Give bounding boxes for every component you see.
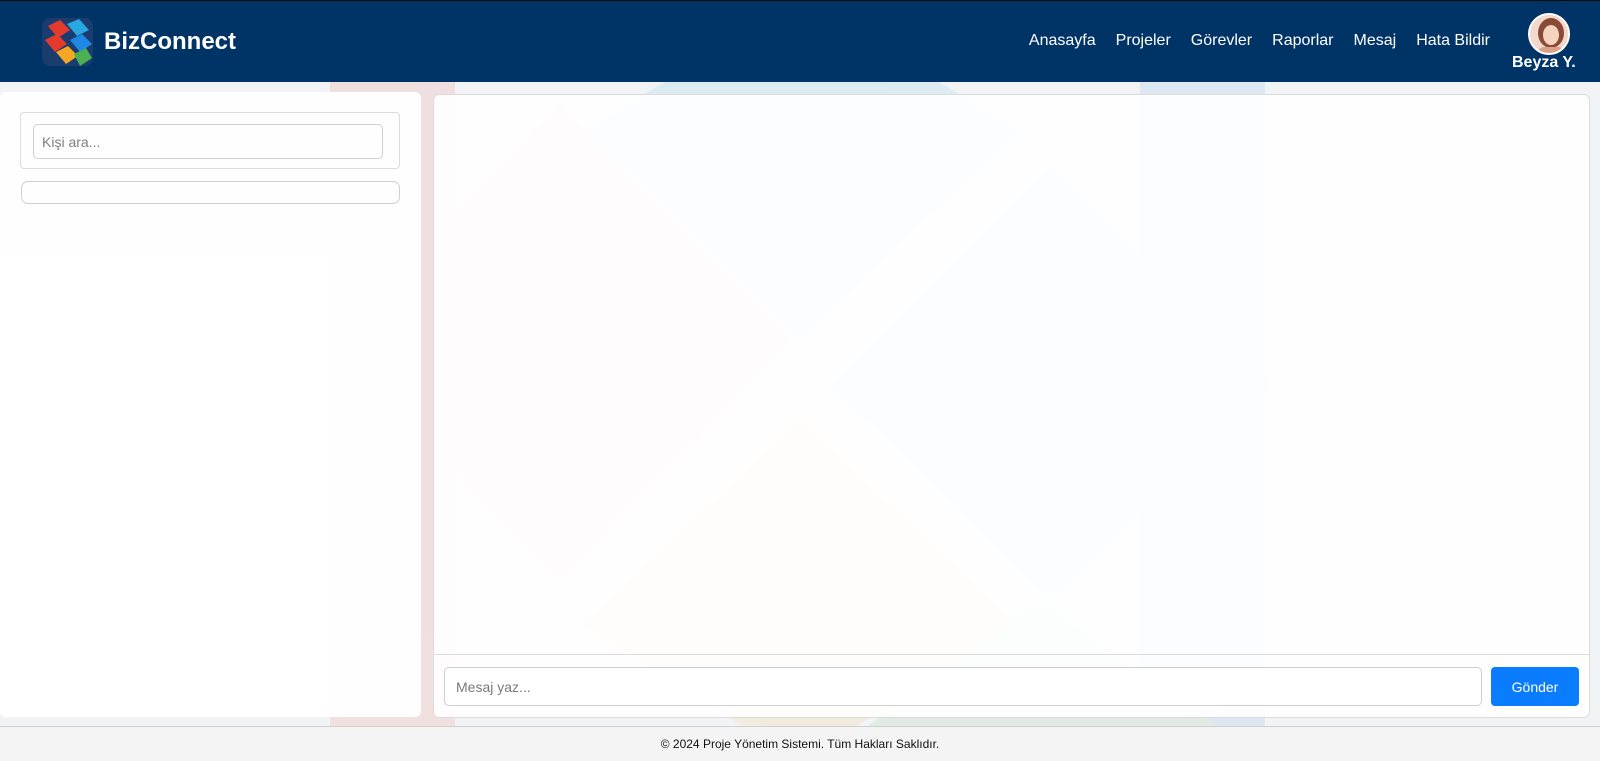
top-navbar: BizConnect Anasayfa Projeler Görevler Ra… bbox=[0, 0, 1600, 82]
nav-item-gorevler[interactable]: Görevler bbox=[1191, 32, 1252, 50]
message-input[interactable] bbox=[444, 667, 1482, 706]
bizconnect-logo-icon bbox=[42, 18, 93, 66]
chat-panel: Gönder bbox=[433, 94, 1590, 718]
main-nav: Anasayfa Projeler Görevler Raporlar Mesa… bbox=[1009, 32, 1490, 50]
contact-list[interactable] bbox=[21, 181, 400, 204]
brand-name: BizConnect bbox=[104, 28, 236, 55]
user-avatar[interactable] bbox=[1528, 13, 1570, 55]
nav-item-projeler[interactable]: Projeler bbox=[1116, 32, 1171, 50]
send-button[interactable]: Gönder bbox=[1491, 667, 1579, 706]
chat-messages-area[interactable] bbox=[434, 95, 1589, 654]
user-name: Beyza Y. bbox=[1512, 54, 1576, 71]
footer-text: © 2024 Proje Yönetim Sistemi. Tüm Haklar… bbox=[660, 737, 940, 751]
contact-search-input[interactable] bbox=[33, 124, 383, 159]
brand[interactable]: BizConnect bbox=[40, 16, 236, 68]
nav-item-hata-bildir[interactable]: Hata Bildir bbox=[1416, 32, 1490, 50]
avatar-image-icon bbox=[1530, 15, 1568, 53]
contact-search-card bbox=[20, 112, 400, 169]
contacts-sidebar bbox=[0, 92, 421, 717]
nav-item-anasayfa[interactable]: Anasayfa bbox=[1029, 32, 1096, 50]
page-footer: © 2024 Proje Yönetim Sistemi. Tüm Haklar… bbox=[0, 726, 1600, 761]
chat-divider bbox=[434, 654, 1589, 655]
nav-item-mesaj[interactable]: Mesaj bbox=[1354, 32, 1397, 50]
nav-item-raporlar[interactable]: Raporlar bbox=[1272, 32, 1333, 50]
